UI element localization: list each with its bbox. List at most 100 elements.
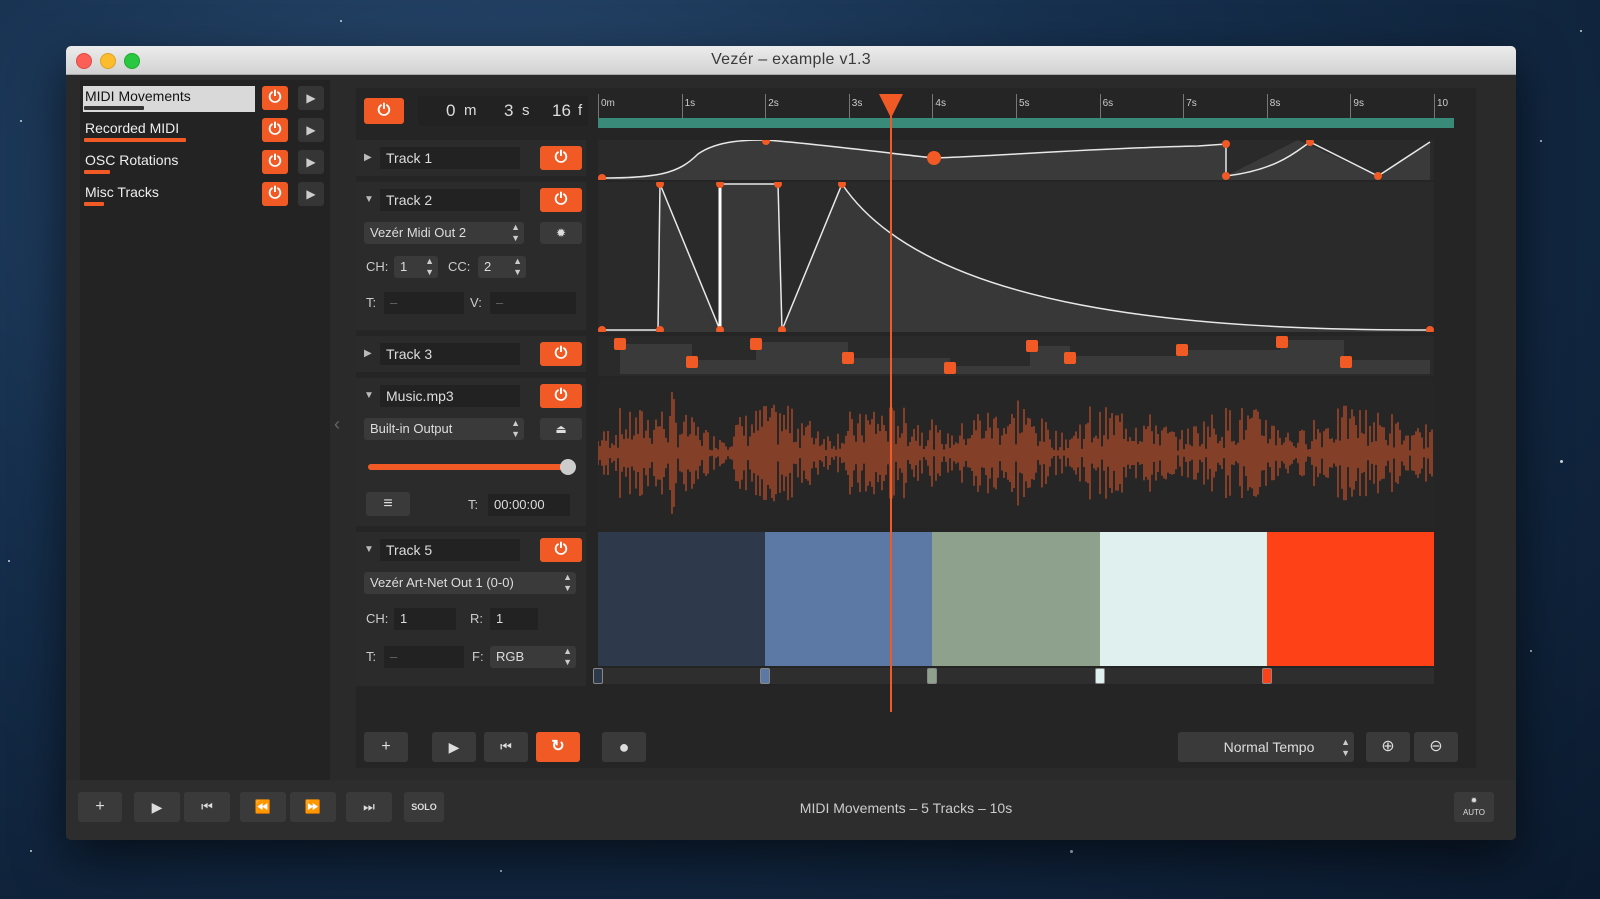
color-keyframe[interactable] bbox=[593, 668, 603, 684]
volume-knob[interactable] bbox=[559, 459, 576, 475]
playlist-item[interactable]: Recorded MIDI ⏻ ▶ bbox=[80, 116, 330, 144]
keyframe[interactable] bbox=[1340, 356, 1352, 368]
track-5-name[interactable]: Track 5 bbox=[380, 539, 520, 561]
power-icon[interactable]: ⏻ bbox=[262, 118, 288, 142]
t-field[interactable]: – bbox=[384, 646, 464, 668]
audio-track-name[interactable]: Music.mp3 bbox=[380, 385, 520, 407]
play-icon[interactable]: ▶ bbox=[298, 118, 324, 142]
play-icon[interactable]: ▶ bbox=[298, 150, 324, 174]
skip-forward-icon[interactable]: ⏭ bbox=[346, 792, 392, 822]
cc-select[interactable]: 2 ▲ ▼ bbox=[478, 256, 526, 278]
keyframe[interactable] bbox=[598, 174, 606, 180]
track-5-color-lane[interactable] bbox=[593, 532, 1434, 686]
record-icon[interactable]: ● bbox=[602, 732, 646, 762]
tempo-select[interactable]: Normal Tempo ▲ ▼ bbox=[1178, 732, 1354, 762]
auto-button[interactable]: ✹ AUTO bbox=[1454, 792, 1494, 822]
r-field[interactable]: 1 bbox=[490, 608, 538, 630]
keyframe[interactable] bbox=[614, 338, 626, 350]
track-1-lane[interactable] bbox=[598, 140, 1434, 180]
audio-track-power-icon[interactable]: ⏻ bbox=[540, 384, 582, 408]
collapse-icon[interactable]: ▼ bbox=[364, 390, 374, 401]
power-icon[interactable]: ⏻ bbox=[262, 182, 288, 206]
t-field[interactable]: – bbox=[384, 292, 464, 314]
rewind-to-start-icon[interactable]: ⏮ bbox=[184, 792, 230, 822]
playlist-item[interactable]: MIDI Movements ⏻ ▶ bbox=[80, 84, 330, 112]
playlist-item[interactable]: Misc Tracks ⏻ ▶ bbox=[80, 180, 330, 208]
play-icon[interactable]: ▶ bbox=[134, 792, 180, 822]
playhead-handle[interactable] bbox=[878, 94, 903, 118]
expand-icon[interactable]: ▶ bbox=[364, 348, 372, 359]
channel-select[interactable]: 1 ▲ ▼ bbox=[394, 256, 438, 278]
track-3-name[interactable]: Track 3 bbox=[380, 343, 520, 365]
keyframe[interactable] bbox=[686, 356, 698, 368]
next-icon[interactable]: ⏩ bbox=[290, 792, 336, 822]
solo-button[interactable]: SOLO bbox=[404, 792, 444, 822]
zoom-in-icon[interactable]: ⊕ bbox=[1366, 732, 1410, 762]
keyframe[interactable] bbox=[1222, 140, 1230, 148]
menu-icon[interactable]: ≡ bbox=[366, 492, 410, 516]
keyframe[interactable] bbox=[750, 338, 762, 350]
color-keyframe[interactable] bbox=[760, 668, 771, 684]
previous-icon[interactable]: ⏪ bbox=[240, 792, 286, 822]
keyframe[interactable] bbox=[944, 362, 956, 374]
format-value: RGB bbox=[496, 649, 525, 664]
channel-field[interactable]: 1 bbox=[394, 608, 456, 630]
composition-power-icon[interactable]: ⏻ bbox=[364, 98, 404, 124]
track-2-power-icon[interactable]: ⏻ bbox=[540, 188, 582, 212]
audio-output-select[interactable]: Built-in Output ▲ ▼ bbox=[364, 418, 524, 440]
color-segment[interactable] bbox=[932, 532, 1100, 666]
collapse-icon[interactable]: ▼ bbox=[364, 544, 374, 555]
midi-output-select[interactable]: Vezér Midi Out 2 ▲ ▼ bbox=[364, 222, 524, 244]
track-2-name[interactable]: Track 2 bbox=[380, 189, 520, 211]
keyframe[interactable] bbox=[1222, 172, 1230, 180]
keyframe[interactable] bbox=[1374, 172, 1382, 180]
track-5-power-icon[interactable]: ⏻ bbox=[540, 538, 582, 562]
play-icon[interactable]: ▶ bbox=[298, 86, 324, 110]
power-icon[interactable]: ⏻ bbox=[262, 86, 288, 110]
track-2-lane[interactable] bbox=[598, 182, 1434, 332]
keyframe[interactable] bbox=[842, 352, 854, 364]
collapse-sidebar-icon[interactable]: ‹ bbox=[334, 414, 340, 435]
eject-icon[interactable]: ⏏ bbox=[540, 418, 582, 440]
audio-time-field[interactable]: 00:00:00 bbox=[488, 494, 570, 516]
keyframe[interactable] bbox=[1176, 344, 1188, 356]
v-field[interactable]: – bbox=[490, 292, 576, 314]
expand-icon[interactable]: ▶ bbox=[364, 152, 372, 163]
color-keyframe[interactable] bbox=[1094, 668, 1105, 684]
loop-icon[interactable]: ↻ bbox=[536, 732, 580, 762]
playhead[interactable] bbox=[889, 98, 892, 712]
zoom-out-icon[interactable]: ⊖ bbox=[1414, 732, 1458, 762]
volume-slider[interactable] bbox=[368, 459, 576, 475]
add-composition-button[interactable]: + bbox=[78, 792, 122, 822]
keyframe[interactable] bbox=[1426, 326, 1434, 332]
power-icon[interactable]: ⏻ bbox=[262, 150, 288, 174]
play-icon[interactable]: ▶ bbox=[432, 732, 476, 762]
color-keyframe[interactable] bbox=[1261, 668, 1272, 684]
playlist-item[interactable]: OSC Rotations ⏻ ▶ bbox=[80, 148, 330, 176]
color-keyframe[interactable] bbox=[927, 668, 938, 684]
keyframe[interactable] bbox=[656, 182, 664, 188]
settings-gear-icon[interactable]: ✹ bbox=[540, 222, 582, 244]
track-3-power-icon[interactable]: ⏻ bbox=[540, 342, 582, 366]
collapse-icon[interactable]: ▼ bbox=[364, 194, 374, 205]
rewind-to-start-icon[interactable]: ⏮ bbox=[484, 732, 528, 762]
audio-waveform[interactable] bbox=[598, 378, 1434, 528]
keyframe[interactable] bbox=[598, 326, 606, 332]
play-icon[interactable]: ▶ bbox=[298, 182, 324, 206]
track-3-lane[interactable] bbox=[598, 336, 1434, 376]
color-segment[interactable] bbox=[1266, 532, 1434, 666]
keyframe[interactable] bbox=[1026, 340, 1038, 352]
color-segment[interactable] bbox=[598, 532, 766, 666]
track-1-power-icon[interactable]: ⏻ bbox=[540, 146, 582, 170]
playlist-item-name[interactable]: Misc Tracks bbox=[83, 182, 255, 208]
color-segment[interactable] bbox=[765, 532, 933, 666]
keyframe[interactable] bbox=[927, 151, 941, 165]
format-select[interactable]: RGB ▲ ▼ bbox=[490, 646, 576, 668]
timeline-ruler[interactable]: 0m 1s 2s 3s 4s 5s 6s 7s 8s 9s 10 bbox=[598, 94, 1454, 128]
keyframe[interactable] bbox=[1276, 336, 1288, 348]
track-1-name[interactable]: Track 1 bbox=[380, 147, 520, 169]
artnet-output-select[interactable]: Vezér Art-Net Out 1 (0-0) ▲ ▼ bbox=[364, 572, 576, 594]
add-track-button[interactable]: + bbox=[364, 732, 408, 762]
keyframe[interactable] bbox=[1064, 352, 1076, 364]
color-segment[interactable] bbox=[1099, 532, 1267, 666]
